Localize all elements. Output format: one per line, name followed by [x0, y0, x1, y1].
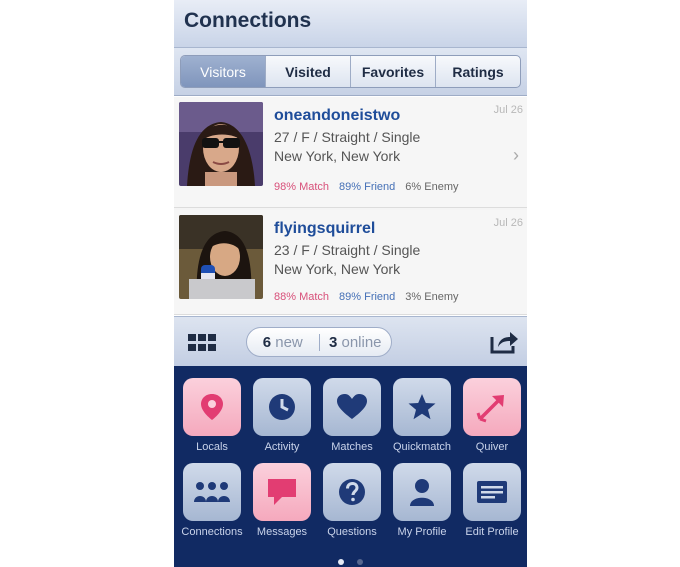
list-item[interactable]: flyingsquirrel 23 / F / Straight / Singl… — [174, 210, 527, 315]
launcher-label: Messages — [256, 526, 308, 538]
tab-visitors[interactable]: Visitors — [181, 56, 266, 87]
page-dot[interactable] — [338, 559, 345, 565]
launcher-activity[interactable]: Activity — [248, 366, 316, 456]
star-icon — [408, 394, 436, 420]
nav-header: Connections — [174, 0, 527, 48]
launcher-my-profile[interactable]: My Profile — [388, 451, 456, 541]
person-icon — [410, 479, 434, 506]
status-pill[interactable]: 6 new 3 online — [246, 327, 392, 357]
launcher-label: My Profile — [397, 526, 447, 538]
clock-icon — [269, 394, 295, 420]
page-title: Connections — [184, 9, 312, 32]
friend-percent: 89% Friend — [339, 181, 396, 193]
compatibility-stats: 98% Match 89% Friend 6% Enemy — [274, 181, 459, 193]
heart-icon — [337, 394, 367, 419]
tab-visited[interactable]: Visited — [266, 56, 351, 87]
online-count[interactable]: 3 online — [320, 334, 392, 351]
match-percent: 98% Match — [274, 181, 330, 193]
page-indicator[interactable] — [174, 552, 527, 567]
visitor-location: New York, New York — [274, 261, 401, 277]
new-count[interactable]: 6 new — [247, 333, 320, 351]
enemy-percent: 6% Enemy — [405, 181, 459, 193]
avatar — [179, 102, 263, 186]
enemy-percent: 3% Enemy — [405, 291, 459, 303]
friend-percent: 89% Friend — [339, 291, 396, 303]
visitor-username: flyingsquirrel — [274, 220, 376, 237]
launcher-matches[interactable]: Matches — [318, 366, 386, 456]
segmented-tabs: Visitors Visited Favorites Ratings — [180, 55, 521, 88]
launcher-quickmatch[interactable]: Quickmatch — [388, 366, 456, 456]
visit-date: Jul 26 — [493, 217, 523, 229]
tab-ratings[interactable]: Ratings — [436, 56, 520, 87]
compatibility-stats: 88% Match 89% Friend 3% Enemy — [274, 291, 459, 303]
bottom-toolbar: 6 new 3 online — [174, 316, 527, 366]
chevron-right-icon: › — [513, 145, 519, 165]
question-icon — [339, 479, 365, 505]
launcher-connections[interactable]: Connections — [178, 451, 246, 541]
launcher-label: Questions — [327, 526, 377, 538]
match-percent: 88% Match — [274, 291, 330, 303]
tab-bar: Visitors Visited Favorites Ratings — [174, 48, 527, 96]
launcher-label: Connections — [181, 526, 243, 538]
launcher-locals[interactable]: Locals — [178, 366, 246, 456]
share-icon[interactable] — [489, 329, 519, 355]
launcher-quiver[interactable]: Quiver — [458, 366, 526, 456]
page-dot[interactable] — [356, 559, 363, 565]
list-item[interactable]: oneandoneistwo 27 / F / Straight / Singl… — [174, 97, 527, 208]
tab-favorites[interactable]: Favorites — [351, 56, 436, 87]
map-pin-icon — [201, 394, 223, 420]
people-icon — [194, 482, 230, 502]
launcher-questions[interactable]: Questions — [318, 451, 386, 541]
visitor-details: 27 / F / Straight / Single — [274, 129, 421, 145]
launcher-label: Edit Profile — [465, 526, 519, 538]
visitor-username: oneandoneistwo — [274, 107, 401, 124]
arrow-icon — [476, 395, 504, 423]
avatar — [179, 215, 263, 299]
speech-bubble-icon — [268, 479, 296, 505]
visit-date: Jul 26 — [493, 104, 523, 116]
launcher-edit-profile[interactable]: Edit Profile — [458, 451, 526, 541]
profile-card-icon — [477, 481, 507, 503]
visitor-details: 23 / F / Straight / Single — [274, 242, 421, 258]
visitor-list: oneandoneistwo 27 / F / Straight / Singl… — [174, 97, 527, 315]
visitor-location: New York, New York — [274, 148, 401, 164]
grid-icon[interactable] — [188, 334, 216, 352]
app-screen: Connections Visitors Visited Favorites R… — [174, 0, 527, 567]
launcher-messages[interactable]: Messages — [248, 451, 316, 541]
app-launcher: Locals Activity Matches Quickmatch Quive… — [174, 366, 527, 567]
